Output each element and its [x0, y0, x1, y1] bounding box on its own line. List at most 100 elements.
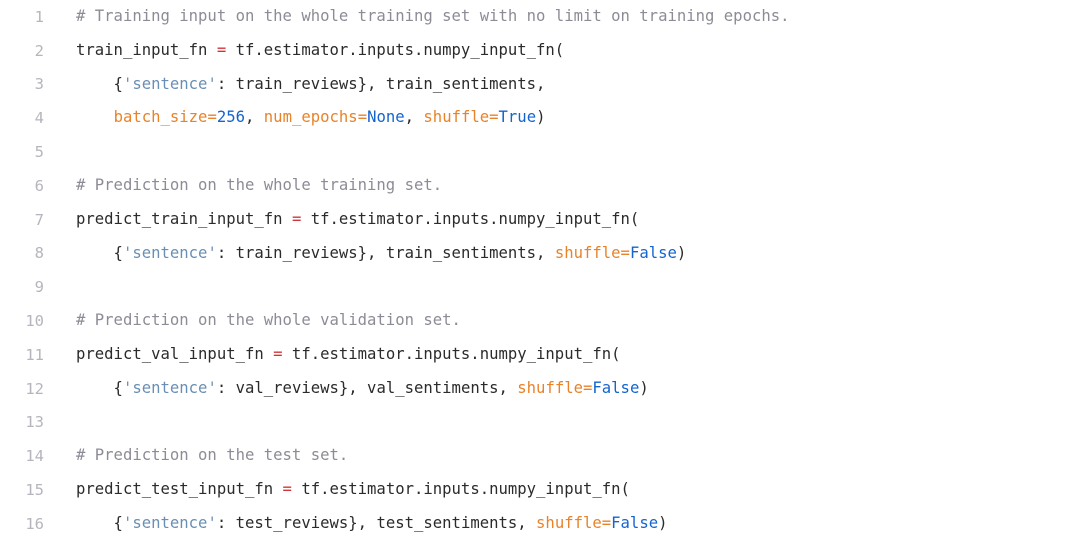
- code-token-string: 'sentence': [122, 243, 217, 262]
- code-line[interactable]: 13: [0, 406, 1080, 440]
- code-line[interactable]: 8 {'sentence': train_reviews}, train_sen…: [0, 237, 1080, 271]
- code-line-content[interactable]: # Training input on the whole training s…: [44, 0, 790, 34]
- code-token-plain: ): [639, 378, 649, 397]
- code-line-content[interactable]: # Prediction on the whole validation set…: [44, 304, 461, 338]
- code-token-assign: =: [273, 344, 283, 363]
- code-line[interactable]: 5: [0, 135, 1080, 169]
- code-line[interactable]: 16 {'sentence': test_reviews}, test_sent…: [0, 507, 1080, 541]
- code-token-plain: : train_reviews}, train_sentiments,: [216, 74, 546, 93]
- code-token-literal: 256: [216, 108, 246, 127]
- line-number: 7: [34, 210, 44, 229]
- code-line[interactable]: 15 predict_test_input_fn = tf.estimator.i…: [0, 473, 1080, 507]
- code-token-literal: True: [498, 108, 537, 127]
- code-line[interactable]: 1 # Training input on the whole training …: [0, 0, 1080, 34]
- code-token-plain: ): [658, 513, 668, 532]
- code-line[interactable]: 12 {'sentence': val_reviews}, val_sentim…: [0, 372, 1080, 406]
- code-token-plain: tf.estimator.inputs.numpy_input_fn(: [282, 344, 621, 363]
- code-line-content[interactable]: [44, 270, 85, 304]
- code-token-comment: # Prediction on the test set.: [76, 446, 349, 465]
- code-line[interactable]: 6 # Prediction on the whole training set.: [0, 169, 1080, 203]
- code-token-plain: : val_reviews}, val_sentiments,: [216, 378, 518, 397]
- code-token-plain: {: [76, 513, 123, 532]
- line-number: 13: [25, 413, 44, 432]
- code-token-plain: {: [76, 243, 123, 262]
- code-token-operator: =: [620, 243, 630, 262]
- code-token-plain: ,: [245, 108, 264, 127]
- code-token-comment: # Prediction on the whole training set.: [76, 175, 443, 194]
- code-token-plain: tf.estimator.inputs.numpy_input_fn(: [291, 480, 630, 499]
- line-number: 16: [25, 514, 44, 533]
- code-line[interactable]: 11 predict_val_input_fn = tf.estimator.in…: [0, 338, 1080, 372]
- code-line-content[interactable]: train_input_fn = tf.estimator.inputs.num…: [44, 34, 564, 68]
- code-token-plain: : train_reviews}, train_sentiments,: [216, 243, 555, 262]
- code-line[interactable]: 4 batch_size=256, num_epochs=None, shuff…: [0, 101, 1080, 135]
- code-token-plain: predict_test_input_fn: [76, 480, 283, 499]
- line-number: 15: [25, 481, 44, 500]
- code-line-content[interactable]: {'sentence': val_reviews}, val_sentiment…: [44, 372, 649, 406]
- code-token-literal: False: [611, 513, 659, 532]
- line-number: 4: [34, 109, 44, 128]
- code-token-plain: : test_reviews}, test_sentiments,: [216, 513, 537, 532]
- code-token-plain: ): [676, 243, 687, 262]
- code-line-content[interactable]: predict_val_input_fn = tf.estimator.inpu…: [44, 338, 621, 372]
- code-token-operator: =: [357, 108, 368, 127]
- code-line[interactable]: 7 predict_train_input_fn = tf.estimator.i…: [0, 203, 1080, 237]
- code-line-content[interactable]: # Prediction on the test set.: [44, 439, 348, 473]
- code-token-plain: predict_train_input_fn: [76, 209, 292, 228]
- code-token-plain: tf.estimator.inputs.numpy_input_fn(: [226, 40, 565, 59]
- code-line-content[interactable]: [44, 135, 85, 169]
- code-token-plain: ): [536, 108, 546, 127]
- line-number: 11: [25, 345, 44, 364]
- code-token-kwarg: shuffle: [554, 243, 621, 262]
- code-token-kwarg: shuffle: [536, 513, 602, 532]
- code-token-plain: tf.estimator.inputs.numpy_input_fn(: [301, 209, 640, 228]
- code-token-kwarg: num_epochs: [263, 108, 358, 127]
- code-token-operator: =: [583, 378, 593, 397]
- line-number: 9: [34, 278, 44, 297]
- line-number: 12: [25, 379, 44, 398]
- code-token-operator: =: [489, 108, 499, 127]
- code-line-content[interactable]: [44, 406, 85, 440]
- code-token-operator: =: [601, 513, 612, 532]
- code-token-kwarg: shuffle: [423, 108, 490, 127]
- code-block[interactable]: 1 # Training input on the whole training …: [0, 0, 1080, 541]
- code-token-comment: # Prediction on the whole validation set…: [76, 311, 461, 330]
- code-token-literal: False: [629, 243, 677, 262]
- code-line-content[interactable]: # Prediction on the whole training set.: [44, 169, 442, 203]
- code-line-content[interactable]: {'sentence': test_reviews}, test_sentime…: [44, 507, 668, 541]
- code-token-kwarg: batch_size: [113, 108, 208, 127]
- line-number: 10: [25, 312, 44, 331]
- code-token-assign: =: [216, 40, 227, 59]
- code-token-plain: predict_val_input_fn: [76, 344, 274, 363]
- code-line[interactable]: 3 {'sentence': train_reviews}, train_sen…: [0, 68, 1080, 102]
- code-line-content[interactable]: predict_train_input_fn = tf.estimator.in…: [44, 203, 639, 237]
- code-token-plain: {: [76, 378, 123, 397]
- code-line[interactable]: 10 # Prediction on the whole validation s…: [0, 304, 1080, 338]
- code-token-plain: {: [76, 74, 123, 93]
- code-line[interactable]: 14 # Prediction on the test set.: [0, 439, 1080, 473]
- code-token-comment: # Training input on the whole training s…: [76, 7, 790, 25]
- code-token-literal: False: [592, 378, 640, 397]
- line-number: 6: [34, 176, 44, 195]
- code-line[interactable]: 9: [0, 270, 1080, 304]
- code-token-kwarg: shuffle: [517, 378, 583, 397]
- code-token-string: 'sentence': [122, 513, 217, 532]
- code-line-content[interactable]: predict_test_input_fn = tf.estimator.inp…: [44, 473, 630, 507]
- code-line-content[interactable]: {'sentence': train_reviews}, train_senti…: [44, 237, 687, 271]
- code-token-plain: ,: [404, 108, 424, 127]
- line-number: 8: [34, 244, 44, 263]
- line-number: 5: [34, 143, 44, 162]
- code-token-operator: =: [207, 108, 217, 127]
- code-token-plain: train_input_fn: [76, 40, 217, 59]
- line-number: 14: [25, 447, 44, 466]
- code-token-string: 'sentence': [122, 74, 217, 93]
- code-token-assign: =: [291, 209, 302, 228]
- code-token-string: 'sentence': [122, 378, 217, 397]
- line-number: 2: [34, 41, 44, 60]
- code-token-literal: None: [367, 108, 405, 127]
- code-line-content[interactable]: {'sentence': train_reviews}, train_senti…: [44, 68, 546, 102]
- code-line[interactable]: 2 train_input_fn = tf.estimator.inputs.nu…: [0, 34, 1080, 68]
- code-line-content[interactable]: batch_size=256, num_epochs=None, shuffle…: [44, 101, 546, 135]
- line-number: 3: [34, 75, 44, 94]
